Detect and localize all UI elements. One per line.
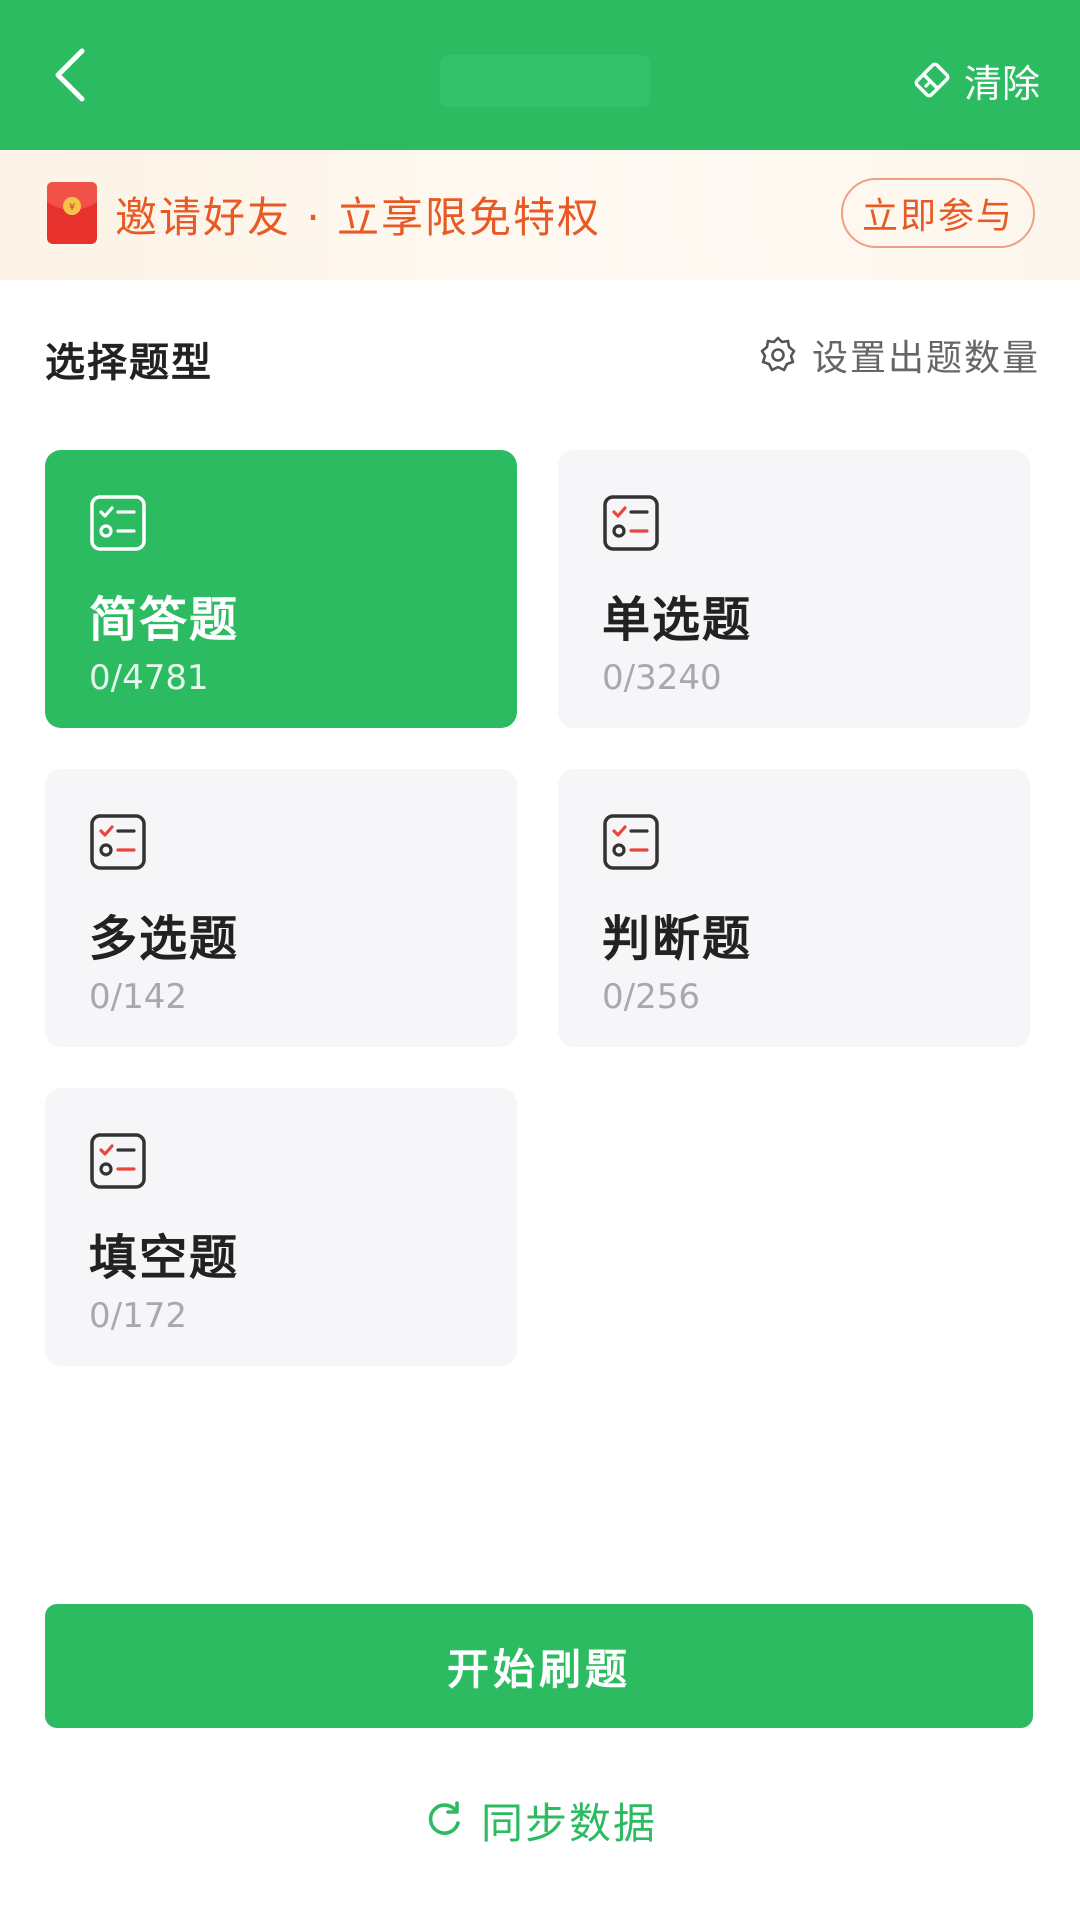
question-type-card-single-choice[interactable]: 单选题 0/3240: [558, 450, 1030, 728]
card-progress: 0/256: [602, 977, 700, 1017]
refresh-icon: [423, 1799, 465, 1841]
card-progress: 0/172: [89, 1296, 187, 1336]
card-title: 判断题: [602, 911, 753, 967]
back-button[interactable]: [30, 35, 110, 115]
sync-data-button[interactable]: 同步数据: [0, 1790, 1080, 1850]
checklist-icon: [603, 495, 659, 551]
card-title: 简答题: [89, 592, 240, 648]
checklist-icon: [603, 814, 659, 870]
question-type-card-multiple-choice[interactable]: 多选题 0/142: [45, 769, 517, 1047]
checklist-icon: [90, 495, 146, 551]
clear-button[interactable]: 清除: [910, 50, 1040, 110]
card-progress: 0/142: [89, 977, 187, 1017]
join-now-button[interactable]: 立即参与: [841, 178, 1035, 248]
card-progress: 0/4781: [89, 658, 209, 698]
invite-banner[interactable]: ¥ 邀请好友 · 立享限免特权 立即参与: [0, 150, 1080, 280]
question-type-card-fill-blank[interactable]: 填空题 0/172: [45, 1088, 517, 1366]
start-practice-button[interactable]: 开始刷题: [45, 1604, 1033, 1728]
chevron-left-icon: [55, 48, 85, 102]
set-question-count-button[interactable]: 设置出题数量: [758, 330, 1040, 380]
section-title: 选择题型: [45, 340, 213, 386]
svg-text:¥: ¥: [69, 202, 75, 213]
card-title: 单选题: [602, 592, 753, 648]
invite-text: 邀请好友 · 立享限免特权: [115, 193, 602, 242]
question-type-card-short-answer[interactable]: 简答题 0/4781: [45, 450, 517, 728]
checklist-icon: [90, 814, 146, 870]
gear-icon: [758, 335, 798, 375]
red-envelope-icon: ¥: [47, 182, 97, 244]
clear-label: 清除: [963, 61, 1040, 106]
question-type-card-true-false[interactable]: 判断题 0/256: [558, 769, 1030, 1047]
card-progress: 0/3240: [602, 658, 722, 698]
top-bar: 清除: [0, 0, 1080, 150]
page-title-placeholder: [440, 55, 650, 107]
card-title: 多选题: [89, 911, 240, 967]
card-title: 填空题: [89, 1230, 240, 1286]
eraser-icon: [910, 58, 954, 102]
sync-label: 同步数据: [480, 1798, 657, 1848]
checklist-icon: [90, 1133, 146, 1189]
settings-label: 设置出题数量: [811, 338, 1040, 379]
